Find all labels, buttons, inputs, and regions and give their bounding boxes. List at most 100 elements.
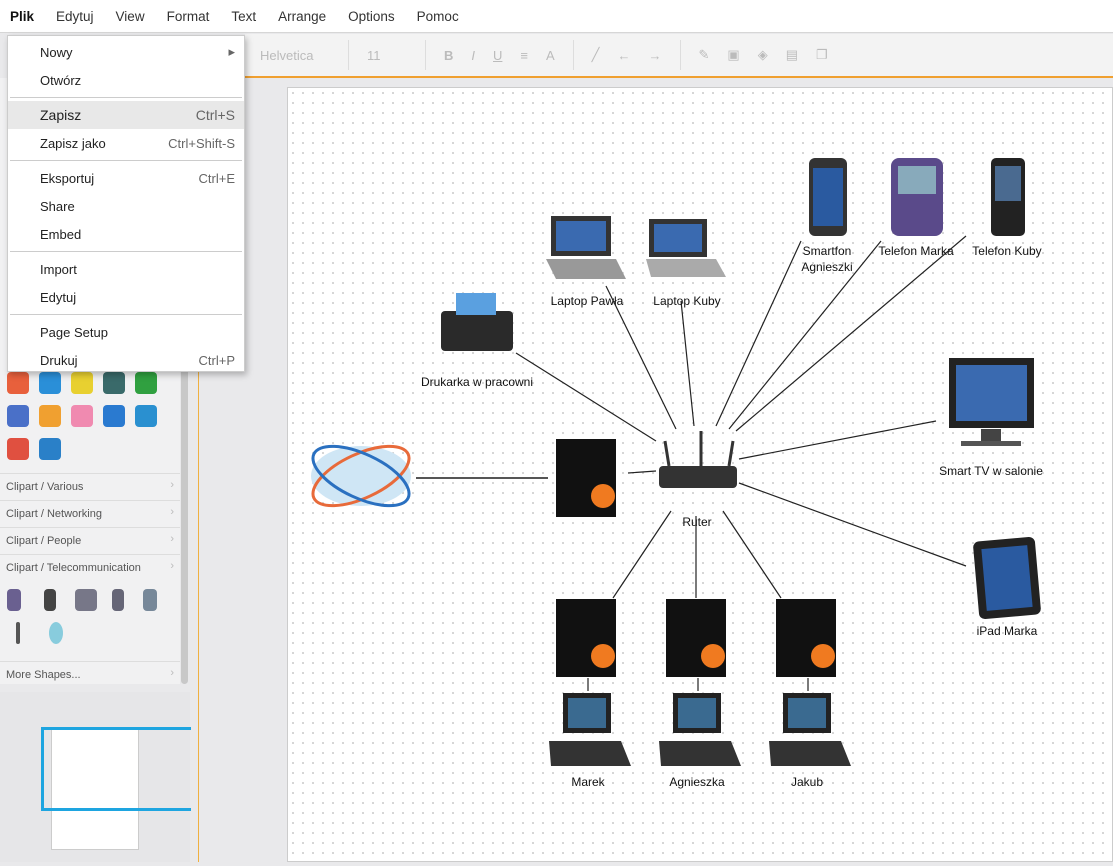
basket-icon[interactable]	[135, 405, 157, 427]
antenna-icon[interactable]	[16, 622, 20, 644]
firewall-icon[interactable]	[666, 599, 726, 677]
menu-bar: Plik Edytuj View Format Text Arrange Opt…	[0, 0, 1113, 33]
more-shapes-link[interactable]: More Shapes...	[0, 661, 180, 688]
smartphone-icon[interactable]	[809, 158, 847, 236]
category-clipart-people[interactable]: Clipart / People	[0, 527, 180, 554]
diagram-canvas[interactable]: Ruter Drukarka w pracowni Laptop Pawła L…	[287, 87, 1113, 862]
shape-icon[interactable]	[103, 405, 125, 427]
wireless-tower-icon[interactable]	[49, 622, 63, 644]
piggy-bank-icon[interactable]	[71, 405, 93, 427]
shape-icon[interactable]	[7, 405, 29, 427]
internet-cloud-icon[interactable]	[305, 434, 418, 518]
category-clipart-networking[interactable]: Clipart / Networking	[0, 500, 180, 527]
line-icon[interactable]: ╱	[592, 47, 600, 63]
laptop-icon[interactable]	[646, 219, 726, 277]
gradient-icon[interactable]: ▤	[786, 47, 798, 63]
phone-icon[interactable]	[7, 589, 21, 611]
image-icon[interactable]: ▣	[727, 47, 739, 63]
menu-item-drukuj[interactable]: Drukuj Ctrl+P	[8, 346, 244, 374]
menu-edytuj[interactable]: Edytuj	[56, 9, 94, 24]
font-size-input[interactable]: 11	[367, 48, 407, 63]
blackberry-phone-icon[interactable]	[891, 158, 943, 236]
phone-icon[interactable]	[44, 589, 56, 611]
outline-viewport[interactable]	[41, 727, 191, 811]
menu-pomoc[interactable]: Pomoc	[417, 9, 459, 24]
menu-options[interactable]: Options	[348, 9, 395, 24]
menu-view[interactable]: View	[116, 9, 145, 24]
menu-item-label: Drukuj	[40, 352, 78, 368]
menu-item-embed[interactable]: Embed	[8, 220, 244, 248]
shortcut: Ctrl+P	[198, 352, 235, 368]
menu-item-zapisz[interactable]: Zapisz Ctrl+S	[8, 101, 244, 129]
shape-icon[interactable]	[71, 372, 93, 394]
shape-icon[interactable]	[7, 438, 29, 460]
font-select[interactable]: Helvetica	[260, 48, 330, 63]
shape-icon[interactable]	[39, 438, 61, 460]
menu-item-page-setup[interactable]: Page Setup	[8, 318, 244, 346]
menu-item-label: Nowy	[40, 44, 73, 60]
category-clipart-telecommunication[interactable]: Clipart / Telecommunication	[0, 554, 180, 581]
printer-label: Drukarka w pracowni	[421, 375, 533, 389]
pc-agnieszka-label: Agnieszka	[669, 775, 725, 789]
menu-text[interactable]: Text	[231, 9, 256, 24]
laptop-icon[interactable]	[546, 216, 626, 279]
menu-item-zapisz-jako[interactable]: Zapisz jako Ctrl+Shift-S	[8, 129, 244, 157]
menu-item-label: Import	[40, 261, 77, 277]
underline-button[interactable]: U	[493, 48, 502, 63]
menu-item-label: Eksportuj	[40, 170, 95, 186]
arrow-left-icon[interactable]: ←	[618, 48, 631, 63]
align-button[interactable]: ≡	[520, 48, 528, 63]
smart-tv-icon[interactable]	[949, 358, 1034, 446]
menu-item-edytuj[interactable]: Edytuj	[8, 283, 244, 311]
desktop-pc-icon[interactable]	[769, 693, 851, 766]
menu-arrange[interactable]: Arrange	[278, 9, 326, 24]
fill-bucket-icon[interactable]: ◈	[758, 47, 768, 63]
menu-item-otworz[interactable]: Otwórz	[8, 66, 244, 94]
menu-separator	[10, 97, 242, 98]
shape-icon[interactable]	[103, 372, 125, 394]
network-diagram: Ruter Drukarka w pracowni Laptop Pawła L…	[305, 158, 1043, 789]
shortcut: Ctrl+Shift-S	[168, 135, 235, 151]
phone-icon[interactable]	[112, 589, 124, 611]
telefon-kuby-label: Telefon Kuby	[972, 244, 1041, 258]
smartfon-agnieszki-label-2: Agnieszki	[801, 260, 852, 274]
menu-separator	[10, 251, 242, 252]
menu-plik[interactable]: Plik	[10, 9, 34, 24]
submenu-arrow-icon: ▸	[228, 44, 235, 59]
menu-item-eksportuj[interactable]: Eksportuj Ctrl+E	[8, 164, 244, 192]
shape-icons-telecom	[0, 581, 180, 661]
menu-item-nowy[interactable]: Nowy ▸	[8, 38, 244, 66]
smart-tv-label: Smart TV w salonie	[939, 464, 1043, 478]
menu-item-share[interactable]: Share	[8, 192, 244, 220]
menu-separator	[10, 314, 242, 315]
menu-item-label: Share	[40, 198, 75, 214]
shape-icon[interactable]	[39, 372, 61, 394]
router-icon[interactable]	[659, 431, 737, 488]
desktop-pc-icon[interactable]	[549, 693, 631, 766]
tablet-icon[interactable]	[75, 589, 97, 611]
firewall-icon[interactable]	[776, 599, 836, 677]
pen-icon[interactable]: ✎	[699, 47, 710, 63]
arrow-right-icon[interactable]: →	[649, 48, 662, 63]
printer-icon[interactable]	[441, 293, 513, 351]
shadow-icon[interactable]: ❐	[816, 47, 828, 63]
file-menu-dropdown: Nowy ▸ Otwórz Zapisz Ctrl+S Zapisz jako Ctr…	[7, 35, 245, 372]
shape-icon[interactable]	[135, 372, 157, 394]
menu-format[interactable]: Format	[167, 9, 210, 24]
firewall-icon[interactable]	[556, 599, 616, 677]
menu-item-import[interactable]: Import	[8, 255, 244, 283]
shape-icon[interactable]	[7, 372, 29, 394]
shape-icon[interactable]	[39, 405, 61, 427]
italic-button[interactable]: I	[471, 48, 475, 63]
bold-button[interactable]: B	[444, 48, 453, 63]
menu-separator	[10, 160, 242, 161]
category-clipart-various[interactable]: Clipart / Various	[0, 473, 180, 500]
desktop-pc-icon[interactable]	[659, 693, 741, 766]
divider	[679, 40, 681, 70]
mobile-phone-icon[interactable]	[991, 158, 1025, 236]
ipad-icon[interactable]	[973, 536, 1042, 620]
phone-icon[interactable]	[143, 589, 157, 611]
firewall-icon[interactable]	[556, 439, 616, 517]
font-color-button[interactable]: A	[546, 48, 555, 63]
shortcut: Ctrl+E	[198, 170, 235, 186]
